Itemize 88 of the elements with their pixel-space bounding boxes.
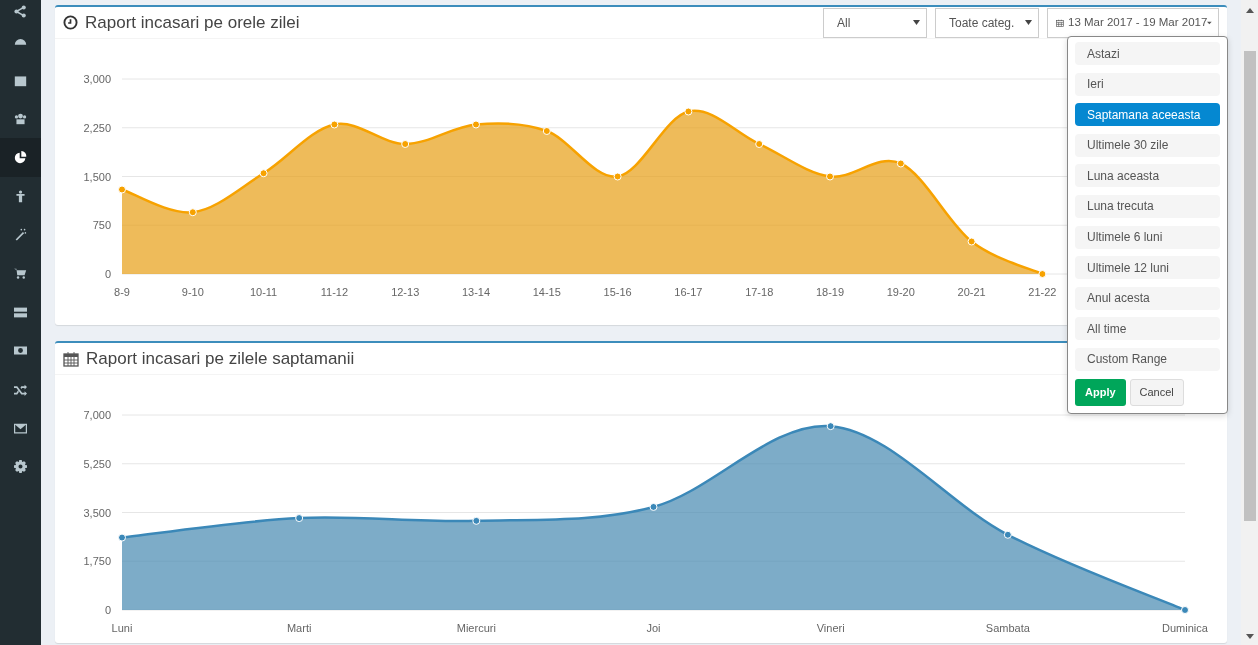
scroll-up-icon[interactable] [1245, 8, 1254, 13]
date-range-option[interactable]: Ieri [1075, 72, 1220, 96]
data-point [755, 140, 764, 148]
data-point [826, 172, 834, 181]
axis-category-label: 17-18 [745, 286, 774, 298]
axis-category-label: 12-13 [391, 286, 420, 298]
cancel-button[interactable]: Cancel [1129, 378, 1184, 406]
axis-category-label: 11-12 [320, 286, 349, 298]
date-range-option[interactable]: Anul acesta [1075, 286, 1220, 310]
data-point [896, 159, 905, 168]
users-icon [14, 112, 27, 126]
axis-category-label: 21-22 [1028, 286, 1057, 298]
card-title: Raport incasari pe orele zilei [85, 11, 300, 34]
person-icon [14, 189, 27, 203]
axis-category-label: 18-19 [815, 286, 845, 298]
axis-category-label: Duminica [1162, 622, 1208, 634]
category-select[interactable]: Toate categ. [935, 7, 1039, 38]
date-range-option[interactable]: Ultimele 30 zile [1075, 133, 1220, 157]
data-point [330, 120, 339, 129]
date-range-option[interactable]: Ultimele 6 luni [1075, 225, 1220, 249]
axis-category-label: 9-10 [181, 286, 204, 298]
date-range-option[interactable]: Luna aceasta [1075, 164, 1220, 188]
axis-category-label: Sambata [985, 622, 1030, 634]
caret-icon [1207, 20, 1212, 25]
axis-category-label: 8-9 [114, 286, 130, 298]
envelope-icon [14, 421, 27, 435]
axis-tick-label: 5,250 [83, 457, 111, 470]
money-icon [14, 344, 27, 358]
date-range-option[interactable]: Custom Range [1075, 347, 1220, 371]
axis-tick-label: 0 [104, 268, 111, 280]
card-title: Raport incasari pe zilele saptamanii [86, 347, 355, 370]
axis-tick-label: 3,000 [83, 73, 111, 85]
date-range-picker[interactable]: 13 Mar 2017 - 19 Mar 2017 [1047, 7, 1219, 38]
data-point [118, 533, 126, 542]
date-range-option[interactable]: Astazi [1075, 42, 1220, 65]
date-range-option[interactable]: Saptamana aceeasta [1075, 103, 1220, 127]
gear-icon [14, 460, 27, 474]
axis-tick-label: 2,250 [83, 121, 111, 134]
magic-wand-icon [14, 228, 27, 242]
axis-category-label: 20-21 [957, 286, 986, 298]
data-point [649, 502, 658, 511]
dropdown-arrow-icon [913, 20, 920, 25]
axis-category-label: Luni [111, 622, 133, 634]
data-point [295, 514, 304, 523]
axis-tick-label: 750 [92, 219, 111, 232]
data-point [1038, 270, 1047, 278]
date-range-option[interactable]: All time [1075, 317, 1220, 341]
data-point [401, 140, 410, 148]
axis-tick-label: 3,500 [83, 506, 111, 519]
scrollbar-thumb[interactable] [1243, 51, 1256, 521]
data-point [542, 127, 551, 135]
data-point [826, 422, 835, 431]
sidebar-item[interactable] [0, 138, 41, 177]
data-point [188, 208, 197, 217]
scroll-down-icon[interactable] [1245, 634, 1254, 639]
date-range-option[interactable]: Luna trecuta [1075, 194, 1220, 218]
axis-category-label: 14-15 [532, 286, 561, 298]
data-point [118, 185, 126, 194]
axis-tick-label: 0 [104, 604, 111, 616]
data-point [472, 516, 481, 525]
axis-tick-label: 1,750 [83, 555, 111, 568]
axis-category-label: 15-16 [603, 286, 632, 298]
data-point [613, 172, 622, 181]
data-point [967, 237, 976, 246]
data-point [259, 169, 268, 178]
date-range-option[interactable]: Ultimele 12 luni [1075, 256, 1220, 280]
axis-category-label: 13-14 [461, 286, 491, 298]
shuffle-icon [14, 383, 27, 397]
cart-icon [14, 266, 27, 280]
axis-category-label: 10-11 [249, 286, 278, 298]
store-select[interactable]: All [823, 7, 927, 38]
axis-tick-label: 7,000 [83, 409, 111, 421]
dropdown-arrow-icon [1025, 20, 1032, 25]
axis-category-label: Joi [646, 622, 661, 634]
axis-category-label: Marti [286, 622, 312, 634]
data-point [472, 120, 480, 129]
pie-chart-icon [14, 150, 27, 164]
axis-category-label: Miercuri [456, 622, 496, 634]
share-icon [14, 4, 27, 18]
data-point [1181, 606, 1189, 614]
axis-category-label: Vineri [816, 622, 845, 634]
server-icon [14, 305, 27, 319]
axis-category-label: 16-17 [674, 286, 703, 298]
data-point [684, 107, 693, 116]
data-point [1003, 530, 1012, 539]
clock-icon [63, 15, 78, 30]
axis-category-label: 19-20 [886, 286, 915, 298]
axis-tick-label: 1,500 [83, 170, 111, 183]
